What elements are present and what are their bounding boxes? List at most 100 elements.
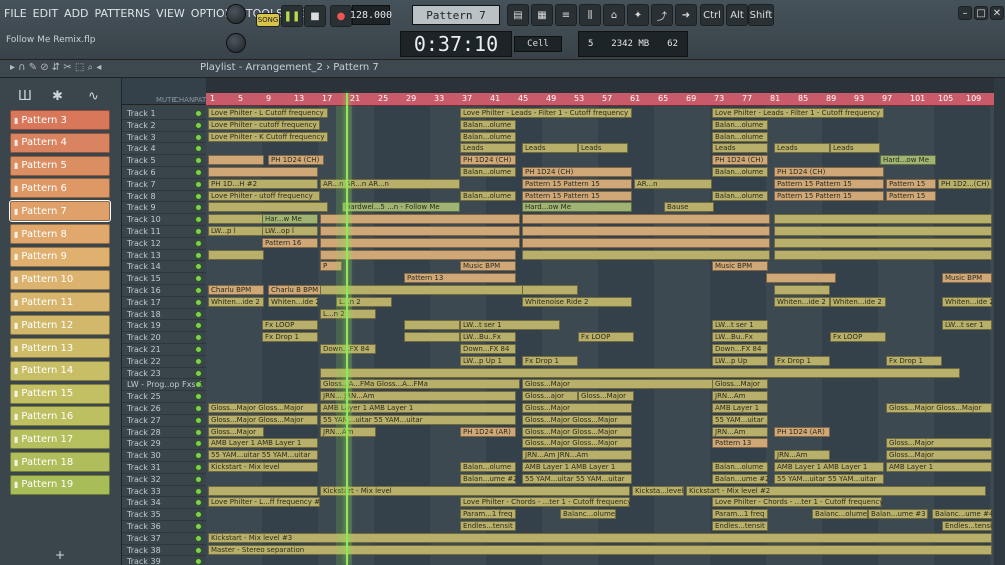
playlist-clip[interactable]: Hard...ow Me [522,202,632,213]
track-mute-led[interactable] [195,475,202,483]
pattern-item[interactable]: ▮ Pattern 7 [9,200,111,223]
track-header[interactable]: Track 38 [122,545,206,557]
track-mute-led[interactable] [195,145,202,153]
playlist-clip[interactable]: AR...n [634,178,712,189]
playlist-clip[interactable]: Balan...ume #2 [460,473,516,484]
playlist-clip[interactable]: Pattern 15 [886,178,936,189]
channel-rack-icon[interactable]: ≡ [555,4,577,26]
playlist-clip[interactable]: Master - Stereo separation [208,544,992,555]
playlist-clip[interactable] [774,285,830,295]
playlist-clip[interactable] [522,249,770,260]
playlist-clip[interactable]: Love Philter - L...ff frequency #2 [208,497,320,508]
song-mode-button[interactable]: SONG [256,13,280,27]
track-mute-led[interactable] [195,464,202,471]
playlist-clip[interactable]: Balan...olume [460,167,516,177]
track-mute-led[interactable] [195,334,202,342]
playlist-clip[interactable]: Fx Drop 1 [774,355,830,366]
track-mute-led[interactable] [195,499,202,507]
track-header[interactable]: Track 33 [122,486,206,498]
track-mute-led[interactable] [195,369,202,377]
track-header[interactable]: Track 31 [122,462,206,474]
playlist-clip[interactable]: 55 YAM...uitar 55 YAM...uitar [522,473,632,484]
playlist-clip[interactable]: Hardwel...5 ...n - Follow Me [342,202,460,213]
playlist-clip[interactable]: Balan...olume [712,167,768,177]
playlist-clip[interactable]: Charlu B BPM [268,285,324,295]
pattern-item[interactable]: ▮ Pattern 4 [10,132,110,153]
export-icon[interactable]: ⤴ [651,4,673,26]
track-header[interactable]: Track 39 [122,556,206,565]
playlist-clip[interactable]: Gloss...Major Gloss...Major [522,426,632,437]
pattern-item[interactable]: ▮ Pattern 8 [10,224,110,244]
playlist-clip[interactable]: LW...p Up [712,355,768,366]
playlist-clip[interactable]: Pattern 15 Pattern 15 [774,178,884,189]
stop-button[interactable]: ■ [304,5,326,27]
playlist-clip[interactable] [320,367,960,378]
playlist-clip[interactable]: Balan...ume #3 [868,509,928,520]
playlist-clip[interactable] [522,237,770,248]
track-mute-led[interactable] [195,298,202,306]
pattern-item[interactable]: ▮ Pattern 11 [10,292,110,313]
track-header[interactable]: Track 13 [122,250,206,262]
track-header[interactable]: Track 29 [122,438,206,451]
playlist-clip[interactable]: Love Philter - Chords - ...ter 1 - Cutof… [712,497,882,508]
track-header[interactable]: Track 22 [122,356,206,368]
playlist-clip[interactable] [208,155,264,166]
playlist-clip[interactable]: Love Philter - L Cutoff frequency [208,108,328,118]
playlist-clip[interactable]: Pattern 15 Pattern 15 [522,178,632,189]
playlist-clip[interactable]: PH 1D24 (CH) [460,155,516,166]
playlist-clip[interactable]: Gloss...Major [208,426,264,437]
track-mute-led[interactable] [195,180,202,188]
playlist-clip[interactable] [208,202,328,213]
playlist-clip[interactable]: LW...p l [208,226,264,236]
playlist-clip[interactable]: Fx Drop 1 [522,355,578,366]
maximize-icon[interactable]: □ [974,6,988,20]
track-mute-led[interactable] [195,322,202,330]
track-mute-led[interactable] [195,275,202,283]
track-header[interactable]: Track 19 [122,320,206,333]
pattern-item[interactable]: ▮ Pattern 16 [10,406,110,427]
playlist-clip[interactable]: Param...1 freq [712,509,768,520]
playlist-clip[interactable] [522,226,770,236]
track-header[interactable]: Track 12 [122,238,206,250]
playlist-clip[interactable]: Leads [522,143,578,154]
playlist-clip[interactable]: JRN...Am [712,426,768,437]
pattern-selector[interactable]: Pattern 7 [412,5,500,25]
plugin-icon[interactable]: ✦ [627,4,649,26]
menu-add[interactable]: ADD [64,7,88,20]
track-mute-led[interactable] [195,157,202,165]
track-mute-led[interactable] [195,452,202,460]
track-mute-led[interactable] [195,346,202,353]
track-header[interactable]: Track 20 [122,332,206,344]
playlist-clip[interactable] [774,249,992,260]
minimize-icon[interactable]: – [958,6,972,20]
playlist-clip[interactable]: Pattern 15 Pattern 15 [522,190,632,201]
playlist-clip[interactable]: Fx LOOP [578,332,634,343]
track-header[interactable]: Track 14 [122,261,206,274]
track-header[interactable]: Track 35 [122,509,206,521]
playlist-clip[interactable]: LW...p Up 1 [460,355,516,366]
playlist-clip[interactable]: Love Philter - K Cutoff frequency [208,131,328,142]
playlist-clip[interactable]: Balan...olume [712,190,768,201]
playlist-clip[interactable]: PH 1D24 (CH) [774,167,884,177]
playlist-clip[interactable]: Balanc...olume [812,509,868,520]
playlist-clip[interactable]: Fx Drop 1 [886,355,942,366]
vertical-scrollbar[interactable] [994,78,1005,565]
playlist-clip[interactable]: Whiten...ide 2 [942,296,992,307]
playlist-clip[interactable]: Balanc...ume #4 [932,509,992,520]
audio-clip-icon[interactable]: ✱ [52,89,63,104]
track-mute-led[interactable] [195,428,202,436]
playlist-clip[interactable]: Balan...olume [712,462,768,472]
track-mute-led[interactable] [195,239,202,247]
playlist-clip[interactable]: PH 1D24 (AR) [774,426,830,437]
track-header[interactable]: Track 17 [122,297,206,309]
playlist-tools-icon[interactable]: ▸ ∩ ✎ ⊘ ⇵ ✂ ⬚ ⌕ ◂ [10,62,101,73]
pattern-item[interactable]: ▮ Pattern 14 [10,360,110,381]
track-header[interactable]: Track 7 [122,179,206,191]
playlist-clip[interactable]: PH 1D24 (CH) [268,155,324,166]
track-header[interactable]: Track 15 [122,273,206,285]
pattern-item[interactable]: ▮ Pattern 9 [10,246,110,267]
playlist-clip[interactable]: Fx LOOP [830,332,886,343]
playlist-clip[interactable] [208,214,264,225]
pattern-item[interactable]: ▮ Pattern 13 [10,338,110,358]
playlist-clip[interactable]: PH 1D24 (AR) [460,426,516,437]
